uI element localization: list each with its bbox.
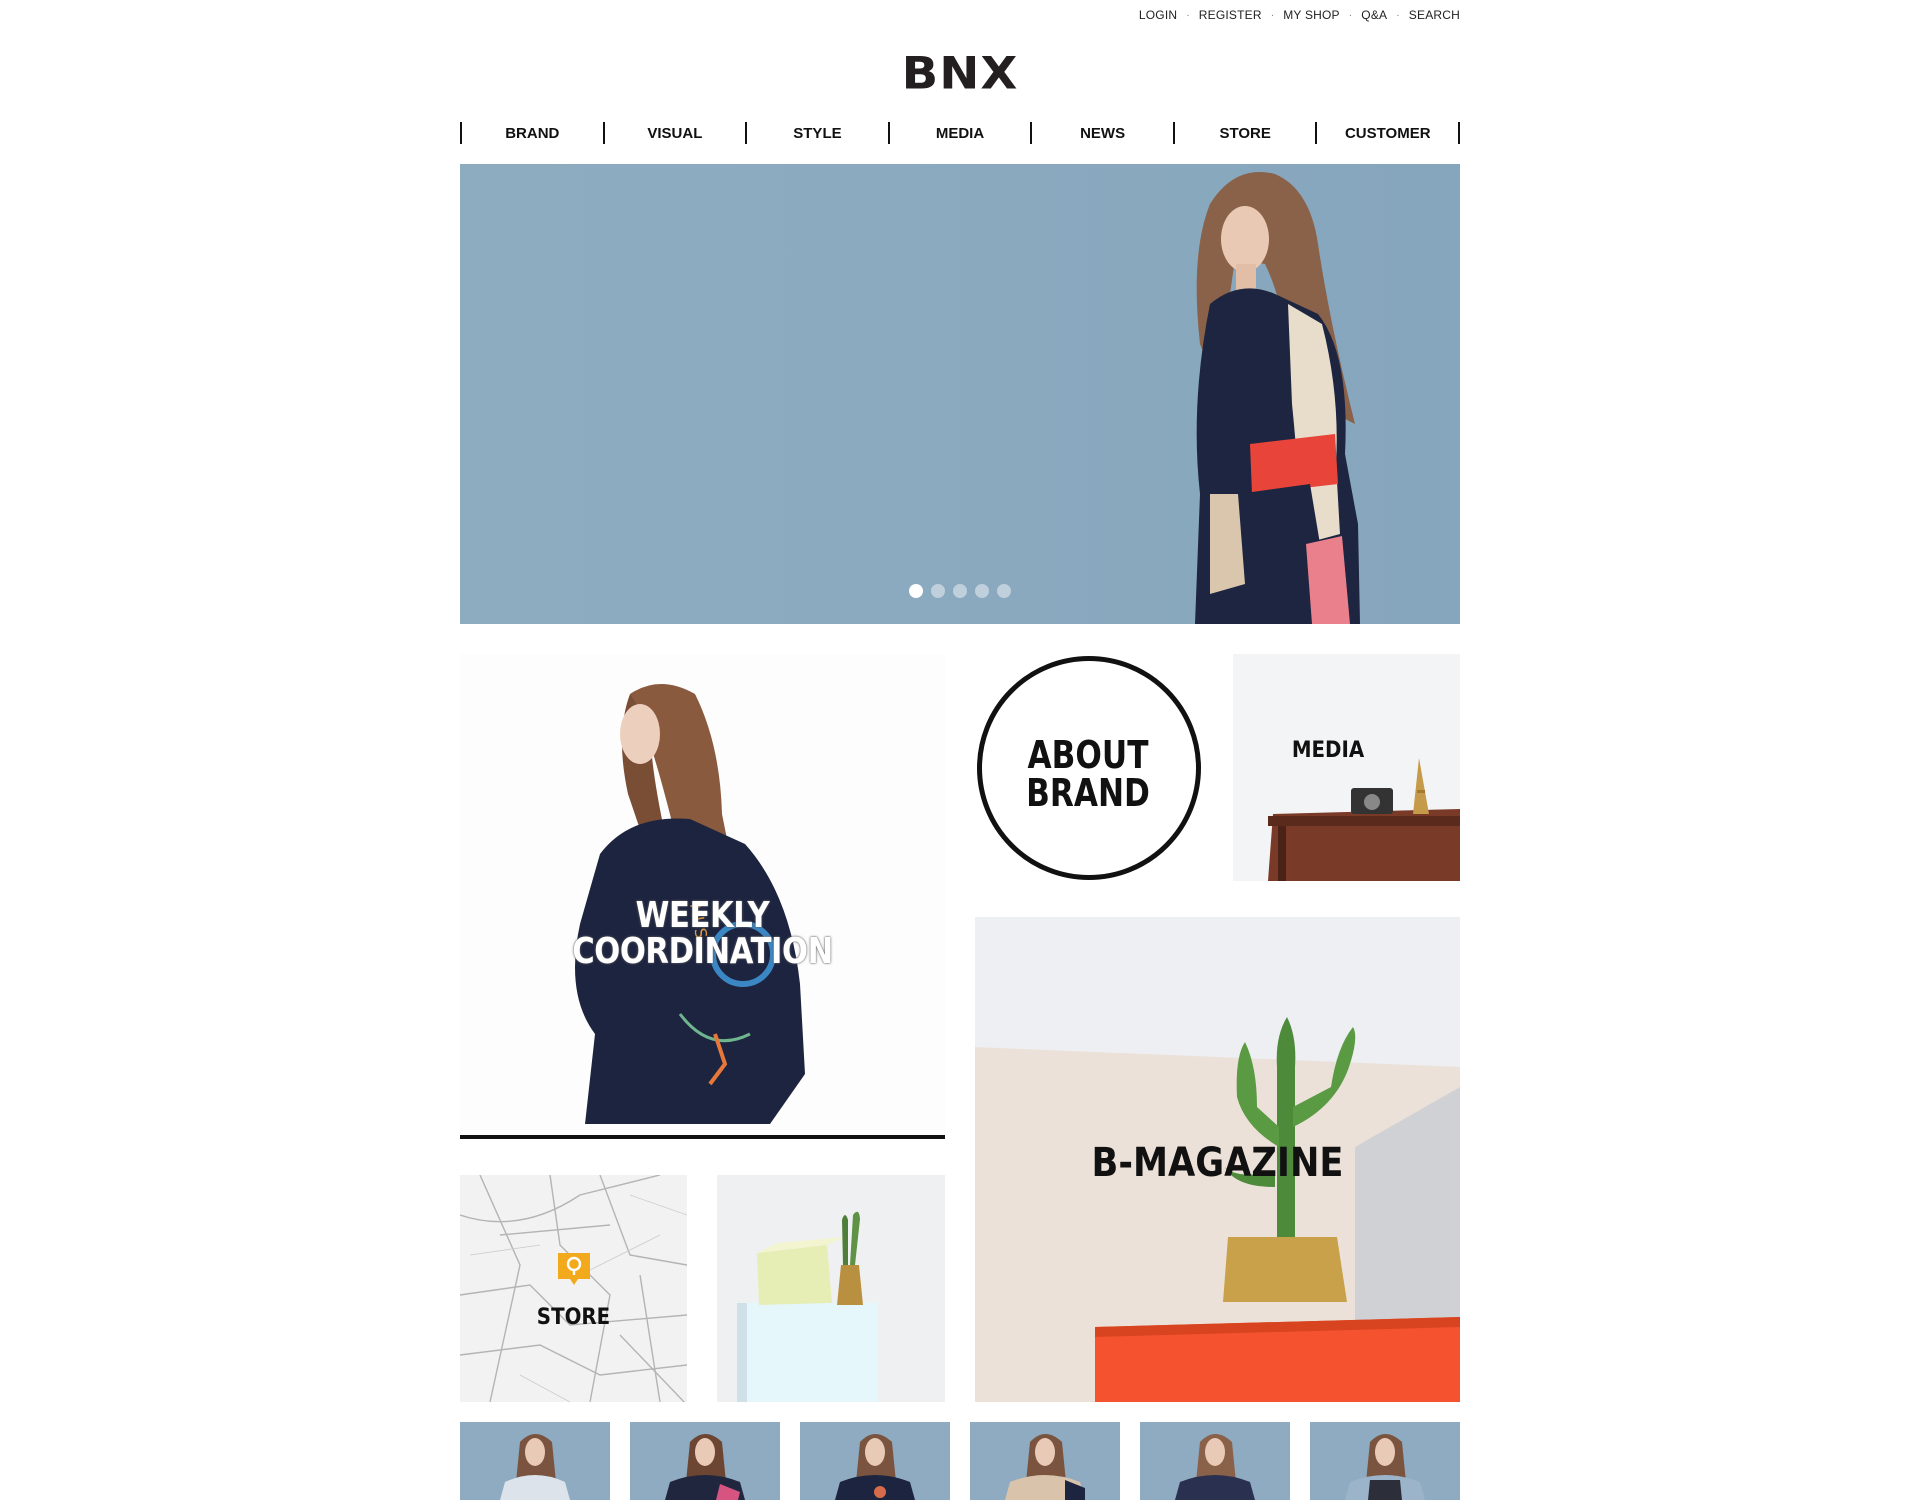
- my-shop-link[interactable]: MY SHOP: [1283, 8, 1340, 22]
- separator: ·: [1348, 9, 1353, 21]
- slider-dot[interactable]: [975, 584, 989, 598]
- lookbook-thumbnail[interactable]: [630, 1422, 780, 1500]
- hero-model-image: [1195, 172, 1360, 624]
- nav-item-style[interactable]: STYLE: [745, 122, 888, 144]
- store-map-image: [460, 1175, 687, 1402]
- hero-slider[interactable]: [460, 164, 1460, 624]
- lookbook-thumbnail[interactable]: [970, 1422, 1120, 1500]
- lookbook-thumbnail-strip: [460, 1422, 1460, 1500]
- separator: ·: [1186, 9, 1190, 21]
- nav-item-store[interactable]: STORE: [1172, 122, 1316, 144]
- store-locator-tile[interactable]: STORE: [460, 1175, 687, 1402]
- utility-nav: LOGIN · REGISTER · MY SHOP · Q&A · SEARC…: [1139, 8, 1460, 22]
- about-brand-label: ABOUT BRAND: [1026, 733, 1150, 815]
- style-still-life-tile[interactable]: [717, 1175, 945, 1402]
- lookbook-thumbnail[interactable]: [460, 1422, 610, 1500]
- lookbook-thumbnail[interactable]: [800, 1422, 950, 1500]
- separator: ·: [1270, 9, 1275, 21]
- media-still-image: [1268, 758, 1460, 881]
- qna-link[interactable]: Q&A: [1361, 8, 1387, 22]
- tile-underline: [460, 1135, 945, 1139]
- map-pin-icon: [558, 1253, 590, 1285]
- slider-dot[interactable]: [953, 584, 967, 598]
- slider-pagination: [460, 584, 1460, 598]
- nav-item-customer[interactable]: CUSTOMER: [1315, 122, 1461, 144]
- nav-item-visual[interactable]: VISUAL: [602, 122, 746, 144]
- lookbook-thumbnail[interactable]: [1310, 1422, 1460, 1500]
- slider-dot[interactable]: [997, 584, 1011, 598]
- slider-dot[interactable]: [909, 584, 923, 598]
- b-magazine-label: B-MAGAZINE: [1091, 1140, 1344, 1186]
- still-life-image: [717, 1175, 945, 1402]
- separator: ·: [1396, 9, 1400, 21]
- b-magazine-tile[interactable]: B-MAGAZINE: [975, 917, 1460, 1402]
- lookbook-thumbnail[interactable]: [1140, 1422, 1290, 1500]
- login-link[interactable]: LOGIN: [1139, 8, 1177, 22]
- nav-item-media[interactable]: MEDIA: [887, 122, 1031, 144]
- store-label: STORE: [536, 1305, 611, 1330]
- media-label: MEDIA: [1291, 738, 1365, 763]
- weekly-coordination-label: WEEKLY COORDINATION: [572, 895, 833, 972]
- about-brand-tile[interactable]: ABOUT BRAND: [975, 654, 1201, 880]
- media-tile[interactable]: MEDIA: [1233, 654, 1460, 881]
- register-link[interactable]: REGISTER: [1199, 8, 1262, 22]
- slider-dot[interactable]: [931, 584, 945, 598]
- weekly-coordination-tile[interactable]: MUS WEEKLY COORDINATION: [460, 654, 945, 1139]
- search-link[interactable]: SEARCH: [1409, 8, 1460, 22]
- nav-item-brand[interactable]: BRAND: [460, 122, 603, 144]
- nav-item-news[interactable]: NEWS: [1030, 122, 1173, 144]
- main-nav: BRAND VISUAL STYLE MEDIA NEWS STORE CUST…: [460, 122, 1461, 144]
- brand-logo[interactable]: BNX: [0, 52, 1920, 96]
